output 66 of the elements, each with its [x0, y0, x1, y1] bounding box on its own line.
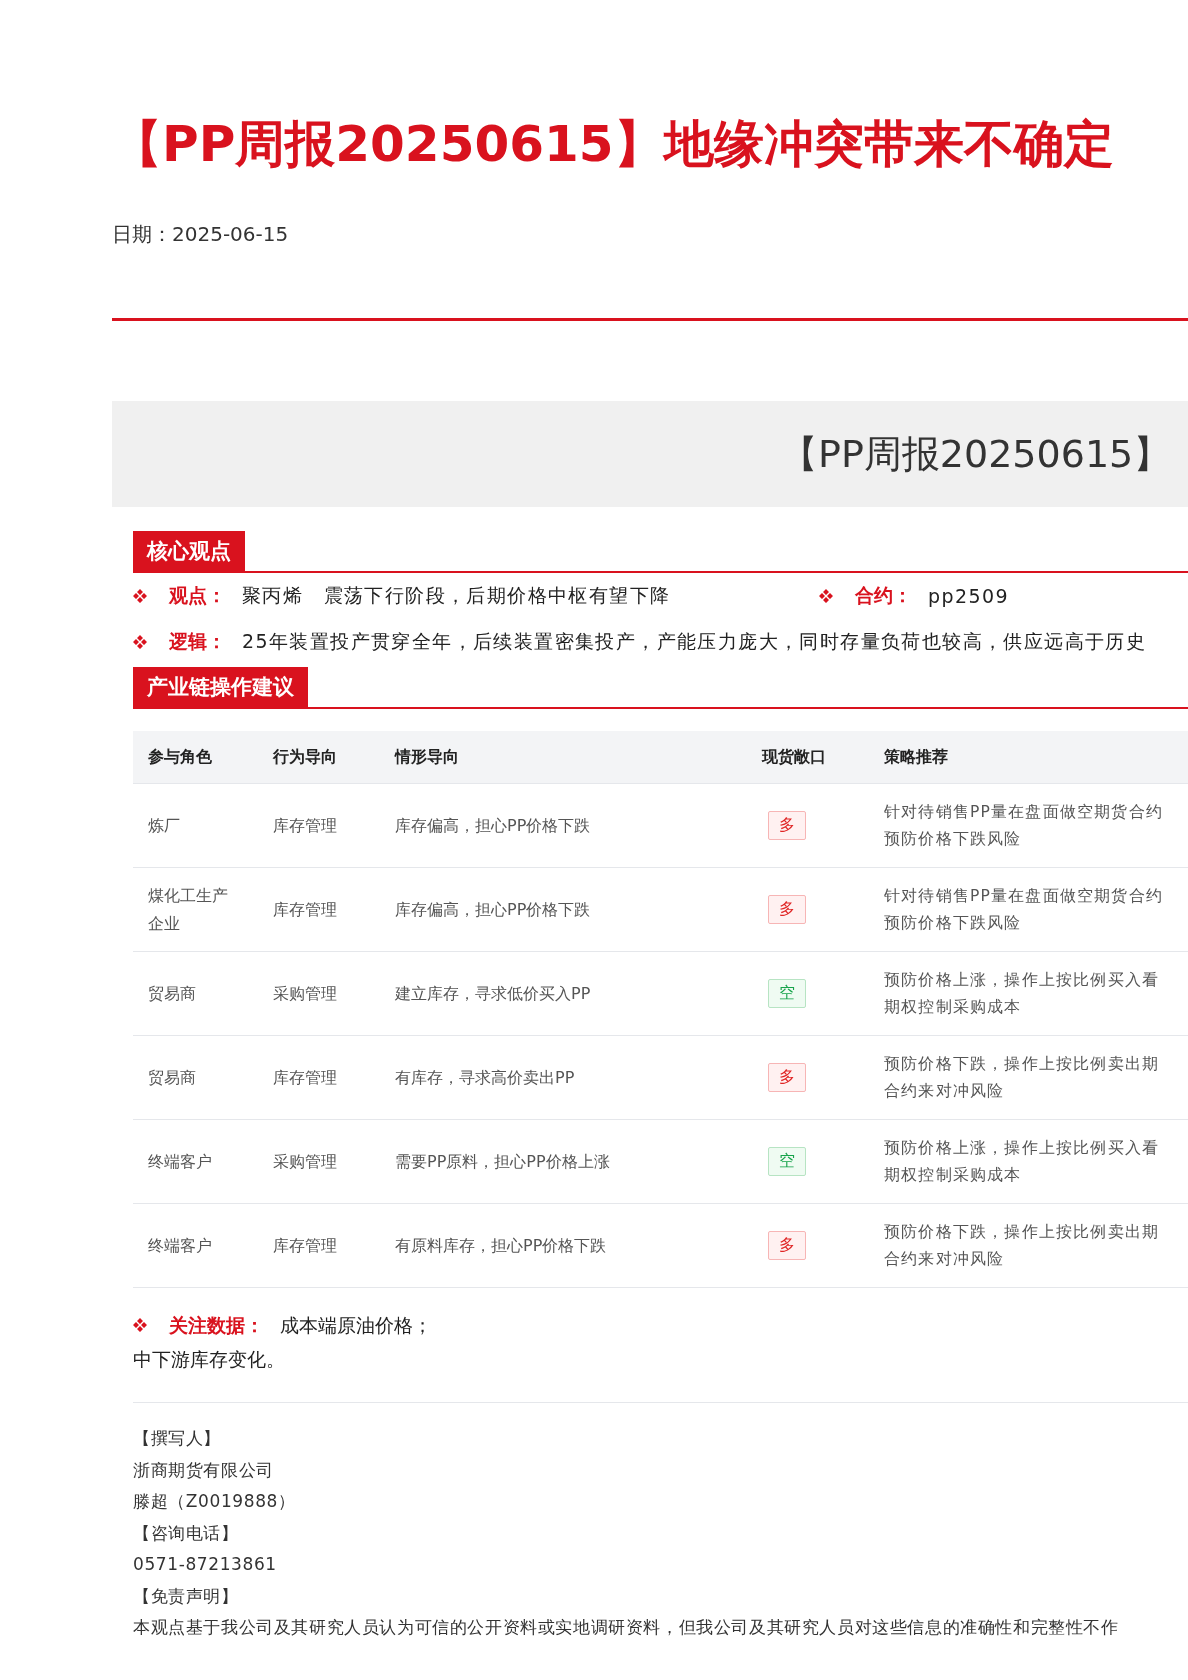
- table-cell-text: 库存偏高，担心PP价格下跌: [395, 898, 592, 921]
- field-value: pp2509: [928, 585, 1009, 607]
- table-cell-text: 需要PP原料，担心PP价格上涨: [395, 1150, 611, 1173]
- strategy-text: 预防价格下跌，操作上按比例卖出期: [884, 1053, 1161, 1075]
- field-label: 观点：: [169, 583, 226, 608]
- table-cell-text: 有原料库存，担心PP价格下跌: [395, 1234, 608, 1257]
- diamond-bullet-icon: [133, 635, 147, 649]
- table-cell-text: 库存管理: [273, 814, 338, 837]
- banner-title: 【PP周报20250615】: [780, 430, 1172, 478]
- table-cell-text: 库存偏高，担心PP价格下跌: [395, 814, 592, 837]
- column-header: 参与角色: [148, 746, 213, 768]
- column-header: 情形导向: [395, 746, 460, 768]
- footer-text: 浙商期货有限公司: [133, 1458, 275, 1482]
- report-date: 日期：2025-06-15: [112, 221, 290, 248]
- table-cell-text: 采购管理: [273, 982, 338, 1005]
- field-label: 关注数据：: [169, 1313, 264, 1338]
- table-cell-text: 采购管理: [273, 1150, 338, 1173]
- footer-text: 【咨询电话】: [133, 1521, 240, 1545]
- table-cell-text: 库存管理: [273, 1066, 338, 1089]
- table-cell-text: 煤化工生产企业: [148, 884, 229, 935]
- watch-item: 成本端原油价格；: [280, 1313, 432, 1338]
- diamond-bullet-icon: [133, 1318, 147, 1332]
- table-cell-text: 贸易商: [148, 982, 197, 1005]
- column-header: 行为导向: [273, 746, 338, 768]
- strategy-text: 预防价格下跌风险: [884, 912, 1023, 934]
- table-cell-text: 贸易商: [148, 1066, 197, 1089]
- strategy-text: 针对待销售PP量在盘面做空期货合约: [884, 801, 1165, 823]
- footer-text: 滕超（Z0019888）: [133, 1490, 297, 1513]
- diamond-bullet-icon: [819, 589, 833, 603]
- footer-text: 【免责声明】: [133, 1584, 240, 1608]
- table-cell-text: 库存管理: [273, 898, 338, 921]
- watch-item: 中下游库存变化。: [133, 1348, 285, 1370]
- diamond-bullet-icon: [133, 589, 147, 603]
- strategy-text: 期权控制采购成本: [884, 1164, 1023, 1186]
- column-header: 策略推荐: [884, 746, 949, 768]
- table-cell-text: 库存管理: [273, 1234, 338, 1257]
- table-cell-text: 终端客户: [148, 1150, 213, 1173]
- exposure-tag: 多: [768, 1063, 806, 1092]
- exposure-tag: 多: [768, 895, 806, 924]
- strategy-text: 预防价格下跌，操作上按比例卖出期: [884, 1221, 1161, 1243]
- table-cell-text: 终端客户: [148, 1234, 213, 1257]
- strategy-text: 期权控制采购成本: [884, 996, 1023, 1018]
- exposure-tag: 多: [768, 811, 806, 840]
- field-value: 聚丙烯 震荡下行阶段，后期价格中枢有望下降: [242, 583, 671, 608]
- footer-text: 本观点基于我公司及其研究人员认为可信的公开资料或实地调研资料，但我公司及其研究人员对这些信息的准确性和完整性不作: [133, 1616, 1120, 1639]
- section-heading: 产业链操作建议: [133, 667, 308, 707]
- field-label: 逻辑：: [169, 629, 226, 654]
- exposure-tag: 空: [768, 979, 806, 1008]
- strategy-text: 合约来对冲风险: [884, 1248, 1006, 1270]
- report-title: 【PP周报20250615】地缘冲突带来不确定: [112, 114, 1115, 175]
- exposure-tag: 空: [768, 1147, 806, 1176]
- strategy-text: 预防价格上涨，操作上按比例买入看: [884, 1137, 1161, 1159]
- footer-text: 【撰写人】: [133, 1427, 222, 1450]
- strategy-text: 针对待销售PP量在盘面做空期货合约: [884, 885, 1165, 907]
- column-header: 现货敞口: [762, 746, 827, 768]
- table-cell-text: 有库存，寻求高价卖出PP: [395, 1066, 576, 1089]
- footer-text: 0571-87213861: [133, 1553, 278, 1576]
- exposure-tag: 多: [768, 1231, 806, 1260]
- strategy-text: 预防价格上涨，操作上按比例买入看: [884, 969, 1161, 991]
- table-cell-text: 炼厂: [148, 814, 181, 837]
- field-value: 25年装置投产贯穿全年，后续装置密集投产，产能压力庞大，同时存量负荷也较高，供应远高于历史: [242, 629, 1147, 654]
- section-heading: 核心观点: [133, 531, 245, 571]
- field-label: 合约：: [855, 583, 912, 608]
- table-cell-text: 建立库存，寻求低价买入PP: [395, 982, 592, 1005]
- strategy-text: 预防价格下跌风险: [884, 828, 1023, 850]
- strategy-text: 合约来对冲风险: [884, 1080, 1006, 1102]
